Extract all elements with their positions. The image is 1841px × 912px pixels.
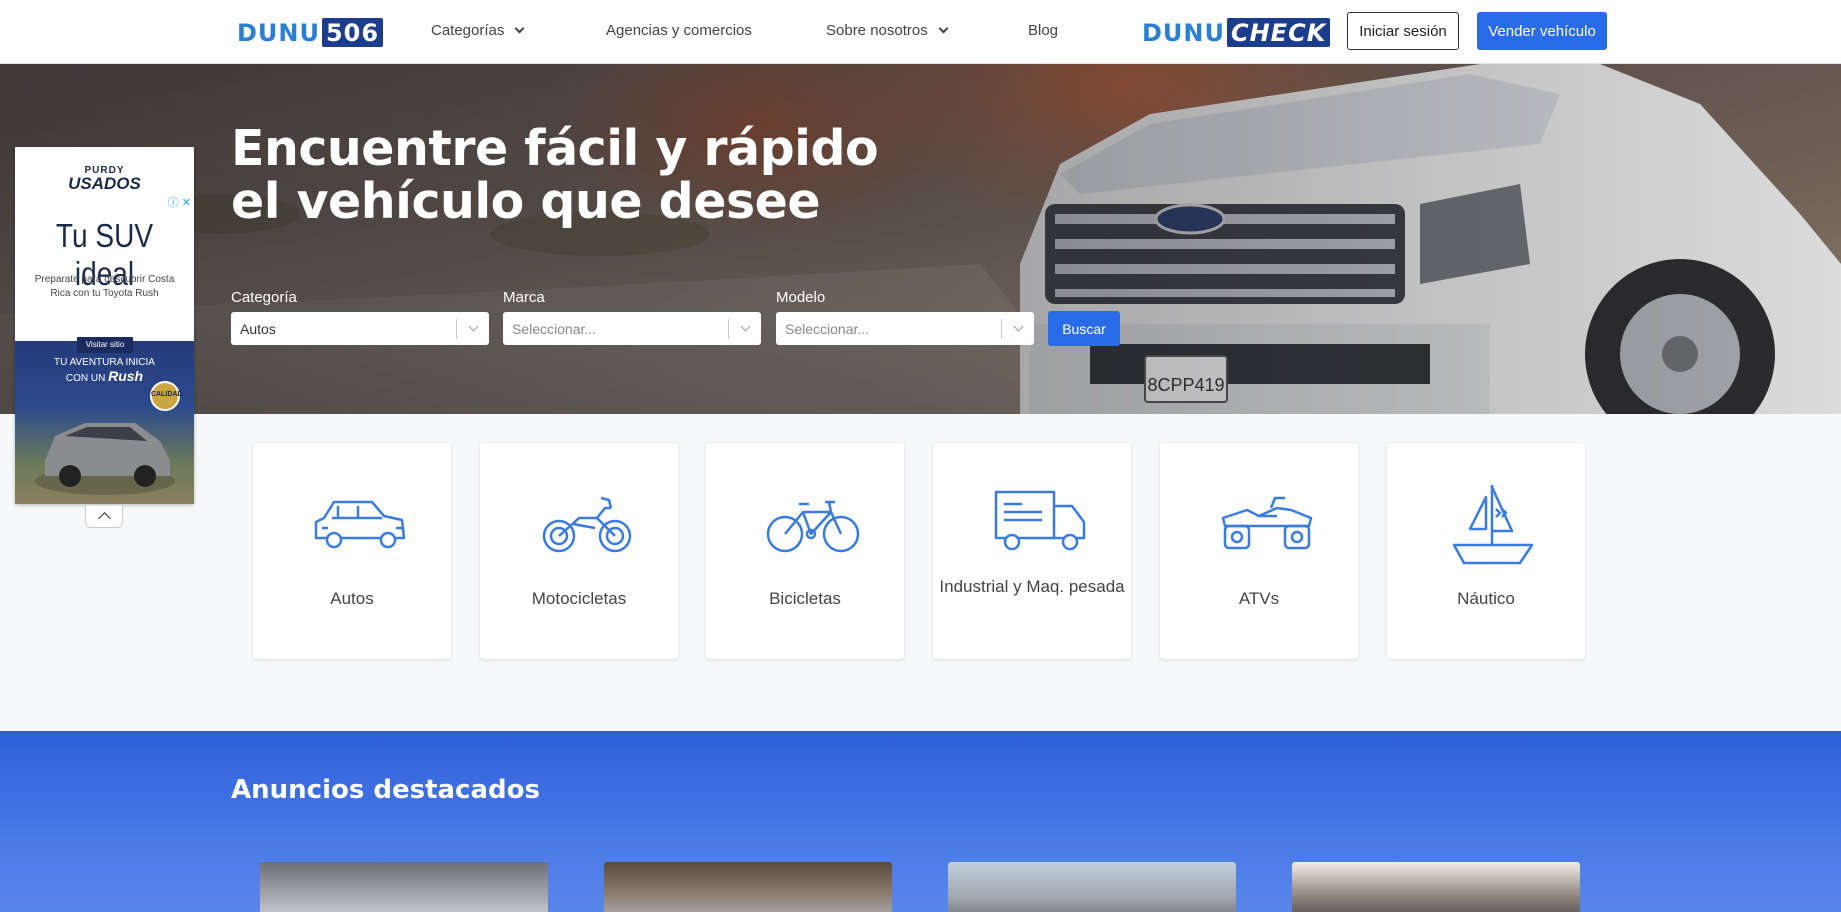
featured-listing-card[interactable]: [260, 862, 548, 912]
category-card-industrial[interactable]: Industrial y Maq. pesada: [933, 443, 1131, 659]
nav-sobre-nosotros[interactable]: Sobre nosotros: [826, 22, 949, 39]
license-plate-text: 8CPP419: [1147, 375, 1224, 395]
category-label: Motocicletas: [531, 589, 627, 608]
ad-subtext: Preparate para descubrir Costa Rica con …: [34, 274, 175, 299]
chevron-down-icon: [938, 23, 949, 34]
nav-agencias[interactable]: Agencias y comercios: [606, 22, 752, 39]
featured-listing-card[interactable]: [948, 862, 1236, 912]
ad-brand-logo: PURDY USADOS: [15, 165, 194, 192]
atv-icon: [1221, 496, 1313, 550]
category-card-autos[interactable]: Autos: [253, 443, 451, 659]
check-logo-word: DUNU: [1142, 18, 1225, 47]
logo-box: 506: [321, 18, 384, 47]
hero-title: Encuentre fácil y rápido el vehículo que…: [231, 120, 879, 230]
chevron-down-icon: [514, 23, 525, 34]
featured-section: Anuncios destacados: [0, 731, 1841, 912]
category-label: Autos: [330, 589, 374, 608]
sailboat-icon: [1452, 485, 1534, 565]
chevron-down-icon: [457, 321, 489, 332]
category-label: Náutico: [1457, 589, 1515, 608]
hero-background-image: 8CPP419: [0, 64, 1841, 414]
category-label: Industrial y Maq. pesada: [939, 577, 1125, 596]
ad-tag-line: TU AVENTURA INICIA: [54, 357, 155, 368]
marca-label: Marca: [503, 289, 545, 306]
featured-title: Anuncios destacados: [231, 775, 540, 805]
category-label: Bicicletas: [769, 589, 841, 608]
check-logo-box: CHECK: [1226, 18, 1331, 47]
featured-listing-card[interactable]: [1292, 862, 1580, 912]
categoria-label: Categoría: [231, 289, 297, 306]
ad-brand-bottom: USADOS: [68, 174, 141, 193]
bicycle-icon: [766, 500, 860, 553]
truck-icon: [994, 490, 1086, 551]
login-button[interactable]: Iniciar sesión: [1347, 12, 1459, 50]
dunu506-logo[interactable]: DUNU 506: [237, 18, 384, 47]
modelo-placeholder: Seleccionar...: [785, 320, 870, 337]
featured-listing-card[interactable]: [604, 862, 892, 912]
motorcycle-icon: [542, 496, 632, 553]
categoria-select[interactable]: Autos: [231, 312, 489, 345]
modelo-label: Modelo: [776, 289, 826, 306]
ad-tagline: TU AVENTURA INICIA CON UN Rush: [15, 357, 194, 384]
ad-badge: CALIDAD: [151, 391, 183, 398]
modelo-select[interactable]: Seleccionar...: [776, 312, 1034, 345]
marca-select[interactable]: Seleccionar...: [503, 312, 761, 345]
chevron-down-icon: [1002, 321, 1034, 332]
ad-collapse-button[interactable]: [85, 506, 123, 528]
ad-tag-prefix: CON UN: [65, 373, 106, 384]
category-card-nautico[interactable]: Náutico: [1387, 443, 1585, 659]
hero-title-line2: el vehículo que desee: [231, 173, 821, 230]
nav-categorias[interactable]: Categorías: [431, 22, 525, 39]
sell-vehicle-button[interactable]: Vender vehículo: [1477, 12, 1607, 50]
category-label: ATVs: [1238, 589, 1280, 608]
ad-visit-button[interactable]: Visitar sitio: [77, 337, 133, 353]
chevron-up-icon: [97, 512, 111, 525]
categoria-value: Autos: [240, 320, 276, 337]
nav-sobre-label: Sobre nosotros: [826, 22, 928, 39]
logo-word: DUNU: [237, 18, 320, 47]
top-navbar: DUNU 506 Categorías Agencias y comercios…: [0, 0, 1841, 64]
car-icon: [314, 500, 406, 549]
category-card-bicicletas[interactable]: Bicicletas: [706, 443, 904, 659]
nav-blog-label: Blog: [1028, 22, 1059, 39]
ad-tag-model: Rush: [108, 368, 144, 384]
dunucheck-logo[interactable]: DUNU CHECK: [1142, 18, 1331, 47]
suv-illustration: [1020, 64, 1841, 414]
category-card-motocicletas[interactable]: Motocicletas: [480, 443, 678, 659]
hero-title-line1: Encuentre fácil y rápido: [231, 120, 879, 177]
hero-banner: 8CPP419 Encuentre fácil y rápido el vehí…: [0, 64, 1841, 414]
chevron-down-icon: [729, 321, 761, 332]
category-card-atvs[interactable]: ATVs: [1160, 443, 1358, 659]
sidebar-ad[interactable]: PURDY USADOS ⓘ ✕ Tu SUV ideal Preparate …: [15, 147, 194, 504]
nav-categorias-label: Categorías: [431, 22, 505, 39]
ad-close-icon[interactable]: ⓘ ✕: [168, 194, 191, 210]
nav-blog[interactable]: Blog: [1028, 22, 1058, 39]
nav-agencias-label: Agencias y comercios: [606, 22, 752, 39]
search-button[interactable]: Buscar: [1048, 311, 1120, 346]
marca-placeholder: Seleccionar...: [512, 320, 597, 337]
